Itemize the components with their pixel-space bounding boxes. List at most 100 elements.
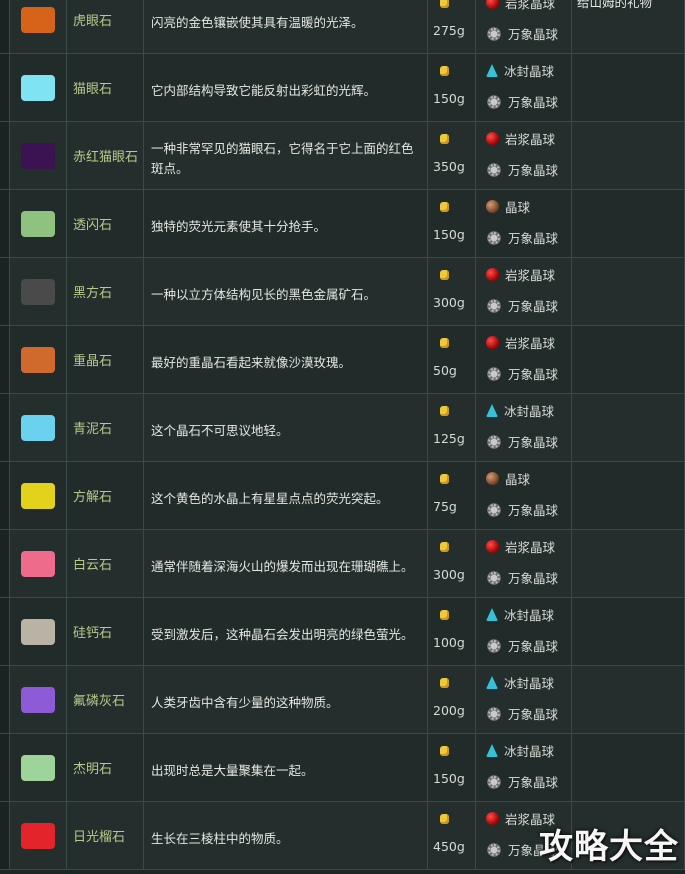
price-text: 75g [433, 499, 457, 514]
price-cell: 275g [428, 0, 476, 53]
gem-description-text: 闪亮的金色镶嵌使其具有温暖的光泽。 [151, 14, 364, 30]
frost-geode-icon [486, 404, 498, 417]
source-cell: 冰封晶球 万象晶球 [476, 734, 572, 801]
gem-description-text: 这个黄色的水晶上有星星点点的荧光突起。 [151, 490, 389, 506]
gem-description-text: 通常伴随着深海火山的爆发而出现在珊瑚礁上。 [151, 558, 414, 574]
source-orb-label: 万象晶球 [508, 639, 559, 654]
omni-geode-icon [486, 637, 502, 654]
gold-coin-icon [440, 134, 449, 144]
source-orb: 晶球 [486, 469, 530, 488]
gem-name: 杰明石 [67, 734, 144, 801]
source-orb-label: 岩浆晶球 [505, 132, 556, 147]
source-orb-label: 岩浆晶球 [505, 268, 556, 283]
price-text: 100g [433, 635, 465, 650]
gem-cell [10, 462, 67, 529]
price-cell: 50g [428, 326, 476, 393]
omni-geode-icon [486, 569, 502, 586]
gem-description: 受到激发后，这种晶石会发出明亮的绿色萤光。 [144, 598, 428, 665]
plain-geode-icon [486, 200, 499, 213]
gem-description-text: 这个晶石不可思议地轻。 [151, 422, 289, 438]
row-edge [0, 326, 10, 393]
gem-description-text: 出现时总是大量聚集在一起。 [151, 762, 314, 778]
gem-description: 一种以立方体结构见长的黑色金属矿石。 [144, 258, 428, 325]
row-edge [0, 394, 10, 461]
gem-cell [10, 190, 67, 257]
source-orb: 冰封晶球 [486, 401, 554, 420]
gem-name: 黑方石 [67, 258, 144, 325]
magma-geode-icon [486, 268, 499, 281]
row-edge [0, 122, 10, 189]
tremolite-icon [21, 210, 55, 237]
gem-cell [10, 666, 67, 733]
omni-geode-icon [486, 93, 502, 110]
magma-geode-icon [486, 0, 499, 9]
gold-coin-icon [440, 202, 449, 212]
source-cell: 冰封晶球 万象晶球 [476, 394, 572, 461]
gold-coin-icon [440, 678, 449, 688]
source-orb: 万象晶球 [486, 500, 558, 519]
gem-cell [10, 0, 67, 53]
source-orb-label: 冰封晶球 [504, 676, 555, 691]
gem-description-text: 最好的重晶石看起来就像沙漠玫瑰。 [151, 354, 352, 370]
dolomite-icon [21, 550, 55, 577]
gem-description-text: 一种以立方体结构见长的黑色金属矿石。 [151, 286, 377, 302]
gift-cell [572, 122, 685, 189]
source-orb-label: 万象晶球 [508, 163, 559, 178]
gold-coin-icon [440, 474, 449, 484]
gem-name: 氟磷灰石 [67, 666, 144, 733]
source-orb: 万象晶球 [486, 364, 558, 383]
gem-cell [10, 326, 67, 393]
source-orb-label: 万象晶球 [508, 435, 559, 450]
omni-geode-icon [486, 161, 502, 178]
row-edge [0, 802, 10, 869]
opal-icon [21, 74, 55, 101]
omni-geode-icon [486, 501, 502, 518]
gem-cell [10, 258, 67, 325]
gem-description-text: 独特的荧光元素使其十分抢手。 [151, 218, 327, 234]
source-cell: 冰封晶球 万象晶球 [476, 666, 572, 733]
source-orb-label: 岩浆晶球 [505, 540, 556, 555]
omni-geode-icon [486, 229, 502, 246]
gem-cell [10, 122, 67, 189]
gift-text: 给山姆的礼物 [577, 0, 653, 10]
gem-name-text: 赤红猫眼石 [73, 150, 139, 165]
source-orb-label: 冰封晶球 [504, 744, 555, 759]
table-row: 虎眼石 闪亮的金色镶嵌使其具有温暖的光泽。 275g 岩浆晶球 万象晶球 给山姆… [0, 0, 685, 54]
source-orb: 冰封晶球 [486, 673, 554, 692]
gem-description-text: 它内部结构导致它能反射出彩虹的光辉。 [151, 82, 377, 98]
source-orb: 万象晶球 [486, 92, 558, 111]
gem-name: 猫眼石 [67, 54, 144, 121]
price-cell: 350g [428, 122, 476, 189]
source-orb: 岩浆晶球 [486, 129, 555, 148]
gem-description: 一种非常罕见的猫眼石，它得名于它上面的红色斑点。 [144, 122, 428, 189]
table-row: 硅钙石 受到激发后，这种晶石会发出明亮的绿色萤光。 100g 冰封晶球 万象晶球 [0, 598, 685, 666]
fire-opal-icon [21, 142, 55, 169]
source-orb-label: 冰封晶球 [504, 404, 555, 419]
gem-cell [10, 598, 67, 665]
gem-description: 这个黄色的水晶上有星星点点的荧光突起。 [144, 462, 428, 529]
row-edge [0, 258, 10, 325]
price-cell: 150g [428, 734, 476, 801]
minerals-table: 虎眼石 闪亮的金色镶嵌使其具有温暖的光泽。 275g 岩浆晶球 万象晶球 给山姆… [0, 0, 685, 870]
source-orb-label: 万象晶球 [508, 707, 559, 722]
gem-description: 最好的重晶石看起来就像沙漠玫瑰。 [144, 326, 428, 393]
gift-cell [572, 394, 685, 461]
celestine-icon [21, 414, 55, 441]
source-orb: 万象晶球 [486, 636, 558, 655]
gold-coin-icon [440, 814, 449, 824]
source-orb-label: 万象晶球 [508, 95, 559, 110]
gem-cell [10, 530, 67, 597]
gem-name: 虎眼石 [67, 0, 144, 53]
gem-name: 赤红猫眼石 [67, 122, 144, 189]
price-cell: 300g [428, 530, 476, 597]
magma-geode-icon [486, 540, 499, 553]
gem-name: 日光榴石 [67, 802, 144, 869]
source-orb-label: 晶球 [505, 472, 531, 487]
calcite-icon [21, 482, 55, 509]
price-cell: 200g [428, 666, 476, 733]
source-orb: 万象晶球 [486, 772, 558, 791]
source-cell: 岩浆晶球 万象晶球 [476, 122, 572, 189]
magma-geode-icon [486, 336, 499, 349]
source-cell: 岩浆晶球 万象晶球 [476, 0, 572, 53]
gem-name: 青泥石 [67, 394, 144, 461]
